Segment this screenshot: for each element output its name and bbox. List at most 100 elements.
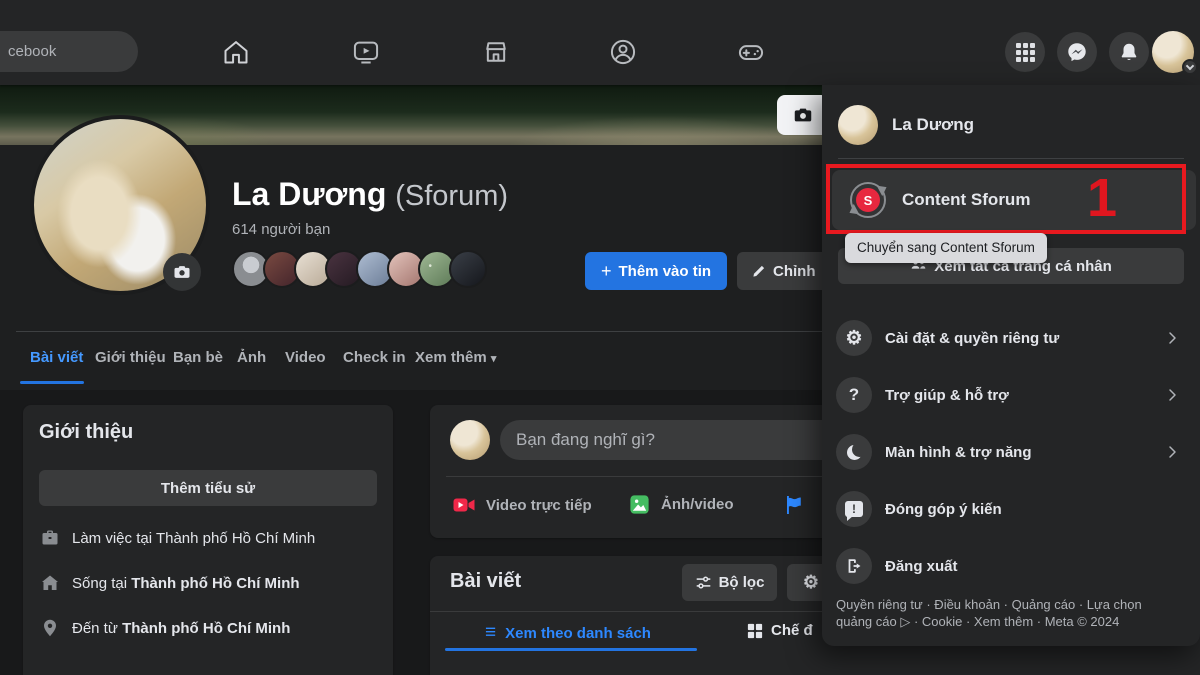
tab-more-label: Xem thêm bbox=[415, 349, 487, 366]
plus-icon: + bbox=[601, 261, 612, 282]
switch-account-content-sforum[interactable]: S Content Sforum bbox=[832, 170, 1196, 230]
exclamation-glyph: ! bbox=[852, 502, 856, 516]
photo-icon bbox=[628, 493, 651, 516]
tab-friends[interactable]: Bạn bè bbox=[173, 349, 223, 366]
intro-work-place[interactable]: Thành phố Hồ Chí Minh bbox=[156, 530, 315, 547]
location-pin-icon bbox=[40, 618, 60, 638]
menu-item-label: Đóng góp ý kiến bbox=[885, 501, 1194, 518]
intro-work-prefix: Làm việc tại bbox=[72, 530, 156, 547]
intro-lives-item: Sống tại Thành phố Hồ Chí Minh bbox=[40, 573, 300, 593]
friend-avatars bbox=[232, 250, 487, 288]
apps-menu-button[interactable] bbox=[1005, 32, 1045, 72]
sforum-logo: S bbox=[856, 188, 880, 212]
posts-title: Bài viết bbox=[450, 570, 521, 593]
filters-icon bbox=[695, 574, 712, 591]
menu-divider bbox=[838, 158, 1184, 159]
camera-icon bbox=[172, 262, 192, 282]
search-input[interactable]: cebook bbox=[0, 31, 138, 72]
gaming-icon[interactable] bbox=[737, 38, 765, 66]
chevron-down-icon bbox=[1186, 61, 1194, 69]
menu-item-display[interactable]: Màn hình & trợ năng bbox=[828, 426, 1194, 478]
friend-avatar[interactable] bbox=[449, 250, 487, 288]
menu-item-help[interactable]: ? Trợ giúp & hỗ trợ bbox=[828, 369, 1194, 421]
marketplace-icon[interactable] bbox=[482, 38, 510, 66]
watch-video-icon[interactable] bbox=[352, 38, 380, 66]
menu-profile-link[interactable]: La Dương bbox=[838, 105, 974, 145]
edit-profile-picture-button[interactable] bbox=[163, 253, 201, 291]
intro-lives-prefix: Sống tại bbox=[72, 575, 131, 592]
profile-alias: (Sforum) bbox=[395, 180, 508, 212]
briefcase-icon bbox=[40, 528, 60, 548]
feedback-icon: ! bbox=[845, 501, 863, 517]
chevron-right-icon bbox=[1164, 330, 1180, 346]
menu-item-logout[interactable]: Đăng xuất bbox=[828, 540, 1194, 592]
sforum-switch-icon: S bbox=[848, 180, 888, 220]
add-story-button[interactable]: + Thêm vào tin bbox=[585, 252, 727, 290]
tab-about[interactable]: Giới thiệu bbox=[95, 349, 166, 366]
intro-from-place[interactable]: Thành phố Hồ Chí Minh bbox=[122, 620, 290, 637]
list-icon: ≡ bbox=[485, 622, 496, 644]
menu-footer-links[interactable]: Quyền riêng tư · Điều khoản · Quảng cáo … bbox=[836, 596, 1172, 630]
apps-grid-icon bbox=[1016, 43, 1035, 62]
notifications-button[interactable] bbox=[1109, 32, 1149, 72]
pencil-icon bbox=[751, 264, 766, 279]
friends-count[interactable]: 614 người bạn bbox=[232, 221, 330, 238]
intro-from-item: Đến từ Thành phố Hồ Chí Minh bbox=[40, 618, 290, 638]
messenger-icon bbox=[1066, 41, 1088, 63]
add-story-label: Thêm vào tin bbox=[619, 263, 712, 280]
account-chevron-badge bbox=[1182, 59, 1198, 75]
tab-videos[interactable]: Video bbox=[285, 349, 326, 366]
switch-account-tooltip: Chuyển sang Content Sforum bbox=[845, 233, 1047, 263]
active-tab-underline bbox=[20, 381, 84, 384]
house-icon bbox=[40, 573, 60, 593]
chevron-down-icon: ▾ bbox=[491, 353, 497, 365]
tab-checkin[interactable]: Check in bbox=[343, 349, 406, 366]
live-video-button[interactable]: Video trực tiếp bbox=[452, 493, 592, 517]
grid-view-toggle[interactable]: Chế đ bbox=[747, 622, 813, 639]
logout-icon bbox=[845, 557, 863, 575]
grid-icon bbox=[747, 623, 763, 639]
tab-posts[interactable]: Bài viết bbox=[30, 349, 83, 366]
profile-name: La Dương (Sforum) bbox=[232, 176, 508, 213]
edit-profile-button[interactable]: Chỉnh bbox=[737, 252, 830, 290]
life-event-button[interactable] bbox=[782, 493, 816, 517]
composer-avatar[interactable] bbox=[450, 420, 490, 460]
list-view-underline bbox=[445, 648, 697, 651]
gear-icon: ⚙ bbox=[803, 572, 819, 593]
filter-label: Bộ lọc bbox=[719, 574, 765, 591]
profile-name-text: La Dương bbox=[232, 176, 386, 212]
bell-icon bbox=[1118, 41, 1140, 63]
menu-profile-name: La Dương bbox=[892, 115, 974, 135]
annotation-number: 1 bbox=[1072, 168, 1132, 228]
flag-icon bbox=[782, 493, 806, 517]
menu-item-settings[interactable]: ⚙ Cài đặt & quyền riêng tư bbox=[828, 312, 1194, 364]
list-view-label: Xem theo danh sách bbox=[505, 625, 651, 642]
intro-from-prefix: Đến từ bbox=[72, 620, 122, 637]
live-video-icon bbox=[452, 493, 476, 517]
menu-item-feedback[interactable]: ! Đóng góp ý kiến bbox=[828, 483, 1194, 535]
photo-video-label: Ảnh/video bbox=[661, 496, 734, 513]
home-icon[interactable] bbox=[222, 38, 250, 66]
photo-video-button[interactable]: Ảnh/video bbox=[628, 493, 734, 516]
messenger-button[interactable] bbox=[1057, 32, 1097, 72]
tab-photos[interactable]: Ảnh bbox=[237, 349, 266, 366]
list-view-toggle[interactable]: ≡ Xem theo danh sách bbox=[485, 622, 651, 644]
camera-icon bbox=[792, 104, 814, 126]
menu-avatar bbox=[838, 105, 878, 145]
switch-account-label: Content Sforum bbox=[902, 190, 1030, 210]
menu-item-label: Màn hình & trợ năng bbox=[885, 444, 1151, 461]
account-menu-dropdown: La Dương S Content Sforum 1 Xem tất cả t… bbox=[822, 85, 1200, 646]
grid-view-label: Chế đ bbox=[771, 622, 813, 639]
edit-profile-label: Chỉnh bbox=[773, 263, 816, 280]
chevron-right-icon bbox=[1164, 387, 1180, 403]
gear-icon: ⚙ bbox=[845, 327, 862, 350]
groups-icon[interactable] bbox=[609, 38, 637, 66]
filter-button[interactable]: Bộ lọc bbox=[682, 564, 777, 601]
question-mark-icon: ? bbox=[849, 385, 859, 405]
tab-more[interactable]: Xem thêm ▾ bbox=[415, 349, 496, 366]
intro-lives-place[interactable]: Thành phố Hồ Chí Minh bbox=[131, 575, 299, 592]
intro-title: Giới thiệu bbox=[39, 421, 377, 444]
add-bio-button[interactable]: Thêm tiểu sử bbox=[39, 470, 377, 506]
top-navbar: cebook bbox=[0, 0, 1200, 85]
intro-work-item: Làm việc tại Thành phố Hồ Chí Minh bbox=[40, 528, 315, 548]
